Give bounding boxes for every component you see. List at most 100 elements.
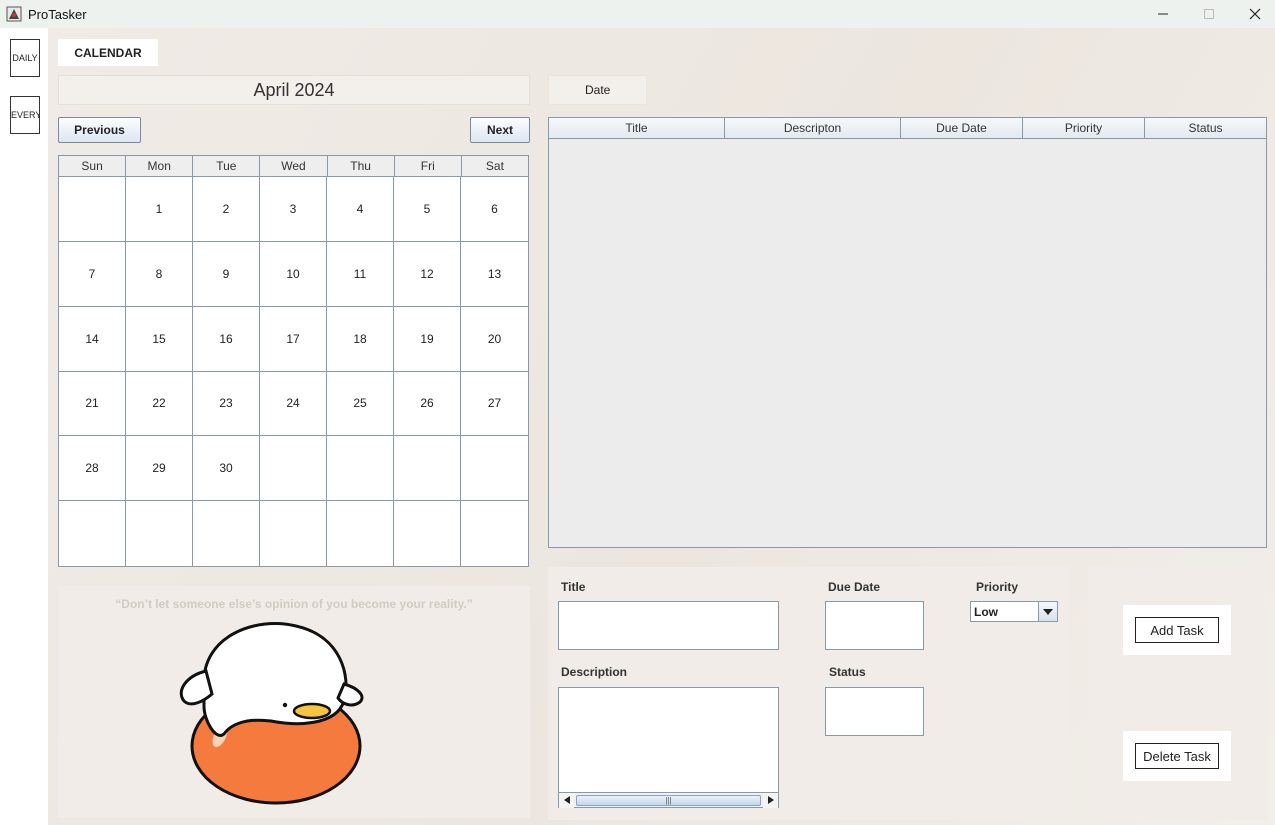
due-date-label: Due Date [828, 580, 881, 594]
quote-panel: “Don’t let someone else’s opinion of you… [58, 586, 530, 818]
month-label: April 2024 [58, 75, 530, 105]
maximize-icon [1204, 9, 1214, 19]
weekday-header: Thu [328, 156, 395, 176]
calendar-day-cell[interactable]: 21 [59, 371, 126, 437]
calendar-day-cell[interactable]: 17 [260, 306, 327, 372]
calendar-day-cell[interactable]: 26 [394, 371, 461, 437]
mascot-image [179, 622, 364, 805]
calendar-day-cell[interactable]: 22 [126, 371, 193, 437]
calendar-day-cell[interactable]: 28 [59, 436, 126, 502]
due-date-input[interactable] [825, 601, 924, 650]
weekday-header: Fri [395, 156, 462, 176]
calendar-day-cell[interactable] [327, 501, 394, 566]
dropdown-arrow-icon[interactable] [1038, 602, 1057, 621]
close-icon [1249, 8, 1261, 20]
calendar-body: 1 2 3 4 5 6 7 8 9 10 11 12 13 14 15 16 17 18 19 20 21 22 23 24 2… [59, 177, 528, 566]
title-input[interactable] [558, 601, 779, 650]
title-bar: ProTasker [0, 0, 1275, 28]
calendar-day-cell[interactable]: 25 [327, 371, 394, 437]
calendar-day-cell[interactable] [260, 501, 327, 566]
column-header[interactable]: Due Date [901, 118, 1023, 138]
delete-task-button[interactable]: Delete Task [1135, 743, 1219, 769]
calendar-day-cell[interactable]: 5 [394, 177, 461, 242]
calendar-day-cell[interactable] [461, 436, 528, 502]
calendar-day-cell[interactable] [193, 501, 260, 566]
priority-select[interactable]: Low [970, 601, 1058, 622]
calendar-day-cell[interactable]: 8 [126, 241, 193, 307]
task-table-body[interactable] [549, 139, 1266, 547]
date-label: Date [548, 75, 647, 105]
delete-task-wrap: Delete Task [1123, 731, 1231, 781]
minimize-button[interactable] [1140, 0, 1186, 28]
calendar-day-cell[interactable]: 27 [461, 371, 528, 437]
calendar-day-cell[interactable]: 6 [461, 177, 528, 242]
weekday-header: Tue [193, 156, 261, 176]
calendar-day-cell[interactable]: 12 [394, 241, 461, 307]
horizontal-scrollbar[interactable]: ||| [559, 792, 778, 808]
column-header[interactable]: Descripton [725, 118, 901, 138]
calendar-header: Sun Mon Tue Wed Thu Fri Sat [59, 156, 528, 177]
calendar-day-cell[interactable]: 2 [193, 177, 260, 242]
status-label: Status [829, 665, 866, 679]
calendar-day-cell[interactable]: 13 [461, 241, 528, 307]
task-table-header: Title Descripton Due Date Priority Status [549, 118, 1266, 139]
add-task-button[interactable]: Add Task [1135, 617, 1219, 643]
calendar-day-cell[interactable] [461, 501, 528, 566]
column-header[interactable]: Status [1145, 118, 1266, 138]
action-panel: Add Task Delete Task [1088, 567, 1268, 820]
calendar-day-cell[interactable]: 19 [394, 306, 461, 372]
calendar-day-cell[interactable] [59, 177, 126, 242]
calendar-day-cell[interactable]: 23 [193, 371, 260, 437]
calendar-day-cell[interactable]: 16 [193, 306, 260, 372]
main-panel: CALENDAR April 2024 Previous Next Sun Mon… [48, 28, 1275, 825]
scroll-right-icon[interactable] [763, 792, 778, 808]
priority-label: Priority [976, 580, 1019, 594]
calendar-day-cell[interactable]: 18 [327, 306, 394, 372]
calendar-day-cell[interactable] [126, 501, 193, 566]
tab-calendar[interactable]: CALENDAR [58, 39, 158, 66]
calendar-day-cell[interactable]: 20 [461, 306, 528, 372]
calendar-day-cell[interactable]: 14 [59, 306, 126, 372]
calendar-day-cell[interactable]: 9 [193, 241, 260, 307]
scroll-left-icon[interactable] [559, 792, 574, 808]
task-table: Title Descripton Due Date Priority Status [548, 117, 1267, 548]
calendar-day-cell[interactable]: 7 [59, 241, 126, 307]
app-icon [6, 6, 22, 22]
task-form: Title Due Date Priority Low Description … [548, 567, 1070, 820]
previous-month-button[interactable]: Previous [58, 117, 141, 143]
column-header[interactable]: Title [549, 118, 725, 138]
calendar-grid: Sun Mon Tue Wed Thu Fri Sat 1 2 3 4 5 6 7 8 9 10 11 12 13 1… [58, 155, 529, 567]
window-title: ProTasker [28, 6, 87, 22]
calendar-day-cell[interactable] [394, 436, 461, 502]
calendar-day-cell[interactable] [260, 436, 327, 502]
calendar-day-cell[interactable]: 10 [260, 241, 327, 307]
tab-everyday-label: EVERYDAY [11, 110, 39, 120]
close-button[interactable] [1232, 0, 1275, 28]
weekday-header: Mon [126, 156, 194, 176]
description-textarea[interactable]: ||| [558, 687, 779, 808]
calendar-day-cell[interactable] [394, 501, 461, 566]
calendar-day-cell[interactable]: 30 [193, 436, 260, 502]
calendar-day-cell[interactable] [59, 501, 126, 566]
add-task-wrap: Add Task [1123, 605, 1231, 655]
next-month-button[interactable]: Next [470, 117, 530, 143]
calendar-day-cell[interactable] [327, 436, 394, 502]
title-label: Title [561, 580, 586, 594]
weekday-header: Sat [485, 159, 504, 173]
calendar-day-cell[interactable]: 11 [327, 241, 394, 307]
calendar-day-cell[interactable]: 3 [260, 177, 327, 242]
scroll-thumb[interactable]: ||| [576, 794, 761, 806]
column-header[interactable]: Priority [1023, 118, 1145, 138]
tab-everyday[interactable]: EVERYDAY [10, 96, 40, 134]
calendar-day-cell[interactable]: 4 [327, 177, 394, 242]
description-label: Description [561, 665, 628, 679]
calendar-day-cell[interactable]: 29 [126, 436, 193, 502]
calendar-day-cell[interactable]: 15 [126, 306, 193, 372]
weekday-header: Wed [260, 156, 328, 176]
tab-daily[interactable]: DAILY [10, 39, 40, 77]
tab-daily-label: DAILY [12, 53, 38, 63]
status-input[interactable] [825, 687, 924, 736]
maximize-button[interactable] [1186, 0, 1232, 28]
calendar-day-cell[interactable]: 1 [126, 177, 193, 242]
calendar-day-cell[interactable]: 24 [260, 371, 327, 437]
